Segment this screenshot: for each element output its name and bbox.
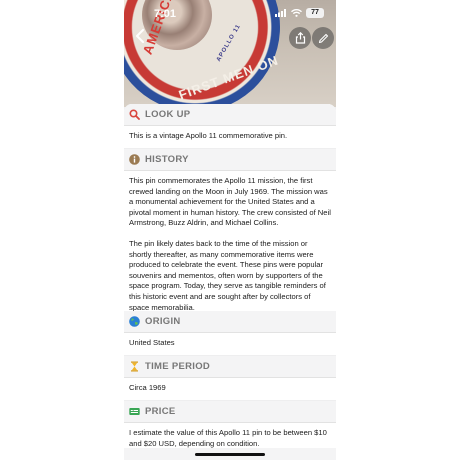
origin-text: United States [129,338,175,347]
price-header: PRICE [124,401,336,423]
origin-title: ORIGIN [145,316,181,327]
history-paragraph: The pin likely dates back to the time of… [129,238,326,312]
history-section: HISTORY This pin commemorates the Apollo… [124,149,336,320]
wifi-icon [291,9,302,17]
battery-icon: 77 [306,8,324,18]
share-icon [295,32,305,44]
time-period-title: TIME PERIOD [145,361,211,372]
magnifier-icon [129,109,140,120]
origin-header: ORIGIN [124,311,336,333]
signal-icon [275,9,286,17]
price-text: I estimate the value of this Apollo 11 p… [129,428,327,448]
time-period-section: TIME PERIOD Circa 1969 [124,356,336,400]
hourglass-icon [131,361,138,372]
history-body: This pin commemorates the Apollo 11 miss… [124,171,336,319]
history-title: HISTORY [145,154,189,165]
edit-button[interactable] [312,27,334,49]
lookup-section: LOOK UP This is a vintage Apollo 11 comm… [124,104,336,148]
lookup-header: LOOK UP [124,104,336,126]
status-bar: 7:01 77 [124,0,336,26]
status-icons: 77 [275,8,324,18]
lookup-body: This is a vintage Apollo 11 commemorativ… [124,126,336,148]
chevron-left-icon [136,29,144,43]
origin-body: United States [124,333,336,355]
banknote-icon [129,408,140,415]
info-icon [129,154,140,165]
time-period-text: Circa 1969 [129,383,166,392]
origin-section: ORIGIN United States [124,311,336,355]
time-period-header: TIME PERIOD [124,356,336,378]
home-indicator[interactable] [195,453,265,456]
app-screen: AMERICA S FIRST MEN ON APOLLO 11 7:01 77 [124,0,336,460]
share-button[interactable] [289,27,311,49]
history-paragraph: This pin commemorates the Apollo 11 miss… [129,176,331,228]
lookup-text: This is a vintage Apollo 11 commemorativ… [129,131,288,140]
back-button[interactable] [130,28,150,48]
pencil-icon [318,33,328,43]
price-title: PRICE [145,406,176,417]
status-time: 7:01 [154,8,177,20]
history-header: HISTORY [124,149,336,171]
lookup-title: LOOK UP [145,109,191,120]
time-period-body: Circa 1969 [124,378,336,400]
details-sheet: LOOK UP This is a vintage Apollo 11 comm… [124,104,336,460]
globe-icon [129,316,140,327]
